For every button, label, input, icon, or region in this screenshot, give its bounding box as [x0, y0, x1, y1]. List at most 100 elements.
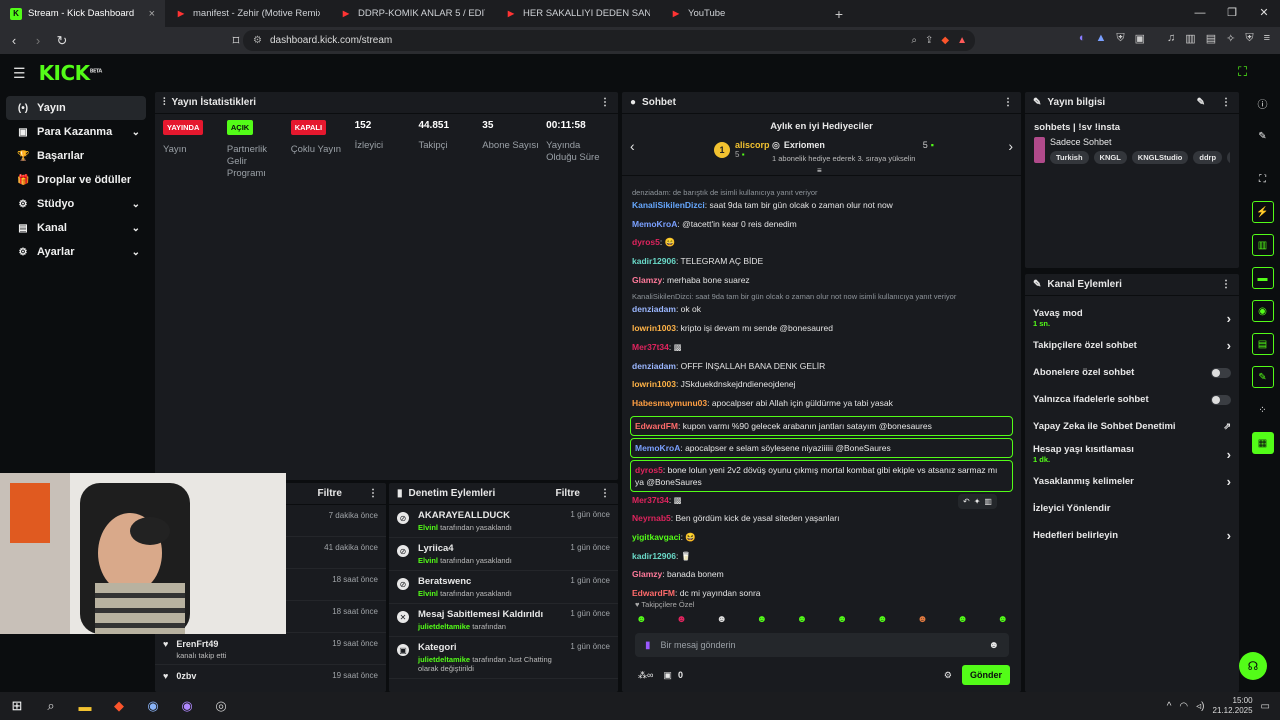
- back-icon[interactable]: ‹: [4, 33, 24, 48]
- chevron-down-icon[interactable]: ≡: [817, 166, 822, 175]
- chat-message[interactable]: MemoKroA: @tacett'in kear 0 reis denedim: [622, 218, 1021, 231]
- browser-tab[interactable]: ▶ HER SAKALLIYI DEDEN SANMA | SSri: [495, 0, 660, 27]
- rewards-icon[interactable]: ▲: [957, 35, 967, 46]
- sidebar-item[interactable]: ⚙ Stüdyo ⌄: [6, 192, 146, 216]
- chevron-right-icon[interactable]: ›: [1227, 528, 1231, 543]
- sidebar-item[interactable]: 🎁 Droplar ve ödüller: [6, 168, 146, 192]
- search-icon[interactable]: ⌕: [34, 698, 68, 714]
- sidebar-item[interactable]: ▣ Para Kazanma ⌄: [6, 120, 146, 144]
- hamburger-icon[interactable]: ☰: [13, 65, 26, 82]
- quick-action-icon[interactable]: ⚡: [1251, 201, 1274, 223]
- grid-icon[interactable]: ▦: [1251, 432, 1274, 454]
- channel-action-3[interactable]: Abonelere özel sohbet: [1025, 359, 1239, 386]
- more-icon[interactable]: ⋮: [368, 488, 378, 499]
- channel-action-2[interactable]: Takipçilere özel sohbet ›: [1025, 332, 1239, 359]
- chat-username[interactable]: Glamzy: [632, 275, 662, 285]
- wallet-icon[interactable]: ▤: [1206, 32, 1216, 45]
- clock[interactable]: 15:00 21.12.2025: [1213, 696, 1253, 716]
- infinity-icon[interactable]: ⁂∞: [638, 670, 653, 681]
- app-icon[interactable]: ◎: [204, 698, 238, 714]
- edit-icon[interactable]: ✎: [1197, 97, 1205, 108]
- chat-username[interactable]: denziadam: [632, 304, 676, 314]
- settings-icon[interactable]: ⚙: [944, 670, 952, 681]
- external-link-icon[interactable]: ⇗: [1223, 421, 1231, 432]
- chat-username[interactable]: kadir12906: [632, 256, 676, 266]
- more-icon[interactable]: ⋮: [1003, 97, 1013, 108]
- support-button[interactable]: ☊: [1239, 652, 1267, 680]
- browser-tab[interactable]: ▶ manifest - Zehir (Motive Remix) |: [165, 0, 330, 27]
- layout-icon[interactable]: ⛶: [1252, 168, 1274, 190]
- chat-username[interactable]: MemoKroA: [635, 443, 680, 453]
- quick-action-icon[interactable]: ▥: [1251, 234, 1274, 256]
- chat-message[interactable]: yigitkavgaci: 😆: [622, 531, 1021, 544]
- chat-message[interactable]: denziadam: ok ok: [622, 303, 1021, 316]
- quick-action-icon[interactable]: ◉: [1251, 300, 1274, 322]
- vpn-icon[interactable]: ⛨: [1245, 32, 1253, 45]
- box-icon[interactable]: ▣: [663, 670, 672, 681]
- folder-icon[interactable]: ▬: [68, 699, 102, 714]
- chat-input[interactable]: ▮ Bir mesaj gönderin ☻: [635, 633, 1009, 657]
- quick-action-icon[interactable]: ▤: [1251, 333, 1274, 355]
- chat-username[interactable]: denziadam: [632, 361, 676, 371]
- add-action-icon[interactable]: ⁘: [1252, 399, 1274, 421]
- extension-icon[interactable]: ▲: [1096, 32, 1107, 45]
- extension-icon[interactable]: ◐: [1079, 32, 1086, 45]
- steam-icon[interactable]: ◉: [136, 698, 170, 714]
- moderation-filter-button[interactable]: Filtre: [556, 488, 580, 499]
- delete-icon[interactable]: ▥: [984, 497, 992, 506]
- reply-icon[interactable]: ↶: [963, 497, 970, 506]
- start-icon[interactable]: ⊞: [0, 698, 34, 714]
- sidebar-icon[interactable]: ▥: [1185, 32, 1195, 45]
- chat-message[interactable]: dyros5: 😄: [622, 236, 1021, 249]
- chat-message[interactable]: EdwardFM: kupon varmı %90 gelecek araban…: [630, 415, 1013, 436]
- chat-message[interactable]: Neyrnab5: Ben gördüm kick de yasal sited…: [622, 512, 1021, 525]
- more-icon[interactable]: ⋮: [1221, 279, 1231, 290]
- channel-action-8[interactable]: İzleyici Yönlendir: [1025, 495, 1239, 522]
- brave-icon[interactable]: ◆: [102, 698, 136, 714]
- minimize-icon[interactable]: —: [1184, 0, 1216, 27]
- chevron-down-icon[interactable]: ⌄: [132, 247, 140, 258]
- close-icon[interactable]: ×: [149, 8, 155, 20]
- chat-username[interactable]: kadir12906: [632, 551, 676, 561]
- stream-tag[interactable]: Turkish: [1050, 151, 1089, 164]
- chat-message[interactable]: Glamzy: banada bonem: [622, 568, 1021, 581]
- sidebar-item[interactable]: (•) Yayın: [6, 96, 146, 120]
- url-field[interactable]: ⚙ dashboard.kick.com/stream ⌕ ⇪ ◆ ▲: [243, 30, 975, 51]
- toggle-switch[interactable]: [1211, 394, 1231, 405]
- chat-message[interactable]: dyros5: bone lolun yeni 2v2 dövüş oyunu …: [630, 459, 1013, 492]
- app-icon[interactable]: ◉: [170, 698, 204, 714]
- chat-message[interactable]: kadir12906: TELEGRAM AÇ BİDE: [622, 255, 1021, 268]
- chat-username[interactable]: Neyrnab5: [632, 513, 671, 523]
- sidebar-item[interactable]: ⚙ Ayarlar ⌄: [6, 240, 146, 264]
- chat-username[interactable]: yigitkavgaci: [632, 532, 681, 542]
- site-info-icon[interactable]: ⚙: [253, 35, 262, 46]
- new-tab-button[interactable]: +: [825, 6, 853, 22]
- forward-icon[interactable]: ›: [28, 33, 48, 48]
- chat-message[interactable]: MemoKroA: apocalpser e selam söylesene n…: [630, 437, 1013, 458]
- chevron-right-icon[interactable]: ›: [1227, 338, 1231, 353]
- stream-tag[interactable]: KNGL: [1093, 151, 1127, 164]
- quick-action-icon[interactable]: ✎: [1251, 366, 1274, 388]
- chat-username[interactable]: Glamzy: [632, 569, 662, 579]
- notification-icon[interactable]: ▭: [1261, 701, 1270, 712]
- browser-tab[interactable]: K Stream - Kick Dashboard ×: [0, 0, 165, 27]
- chat-username[interactable]: Mer37t34: [632, 495, 669, 505]
- chevron-right-icon[interactable]: ›: [1227, 311, 1231, 326]
- emote-icon[interactable]: ☻: [676, 614, 687, 625]
- chevron-down-icon[interactable]: ⌄: [132, 199, 140, 210]
- tray-chevron-icon[interactable]: ^: [1167, 701, 1172, 712]
- studio-icon[interactable]: ⛶: [1238, 64, 1247, 80]
- browser-tab[interactable]: ▶ YouTube: [660, 0, 825, 27]
- emote-icon[interactable]: ☻: [877, 614, 888, 625]
- chat-message[interactable]: lowrin1003: JSkduekdnskejdndieneojdenej: [622, 378, 1021, 391]
- chat-message[interactable]: Mer37t34: ▩: [622, 341, 1021, 354]
- stream-tag[interactable]: KNGLStudio: [1131, 151, 1189, 164]
- emote-icon[interactable]: ☻: [837, 614, 848, 625]
- emote-icon[interactable]: ☻: [756, 614, 767, 625]
- leo-icon[interactable]: ✧: [1226, 32, 1235, 45]
- wifi-icon[interactable]: ◠: [1179, 701, 1188, 712]
- chat-username[interactable]: lowrin1003: [632, 379, 676, 389]
- close-window-icon[interactable]: ✕: [1248, 0, 1280, 27]
- chat-username[interactable]: Habesmaymunu03: [632, 398, 707, 408]
- chat-message[interactable]: denziadam: OFFF İNŞALLAH BANA DENK GELİR: [622, 360, 1021, 373]
